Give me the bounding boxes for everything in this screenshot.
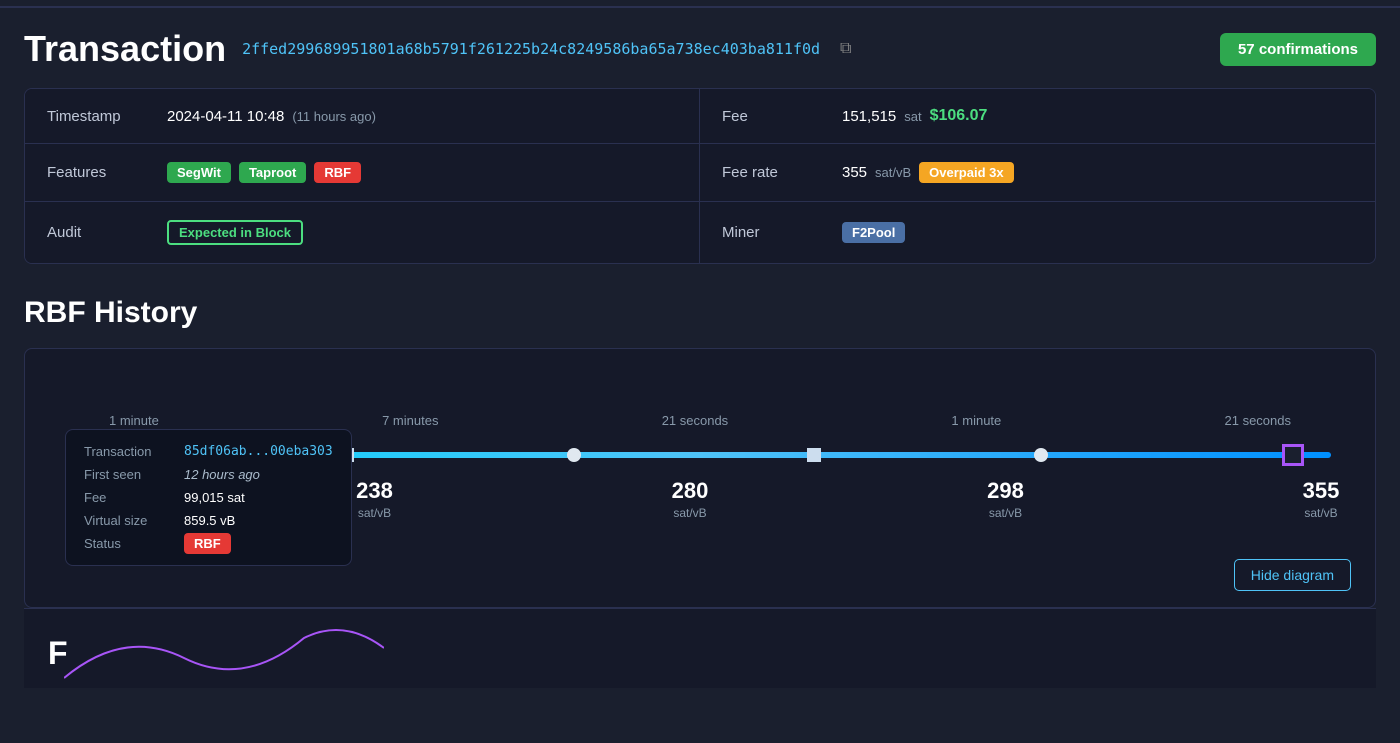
audit-row: Audit Expected in Block [25,202,700,263]
fee-rate-unit: sat/vB [875,165,911,180]
tooltip-vsize-row: Virtual size 859.5 vB [84,513,333,528]
fee-rate-value: 355 sat/vB Overpaid 3x [842,162,1014,183]
fee-sat-amount: 151,515 [842,108,896,125]
timeline-node-4-shape [1034,448,1048,462]
tooltip-vsize-num: 859.5 [184,513,217,528]
tx-title-group: Transaction 2ffed299689951801a68b5791f26… [24,28,851,70]
features-row: Features SegWit Taproot RBF [25,144,700,202]
tooltip-firstseen-value: 12 hours ago [184,467,260,482]
rbf-chart-container: 1 minute 7 minutes 21 seconds 1 minute 2… [24,348,1376,608]
interval-label-0: 1 minute [109,413,159,428]
timeline-node-3-shape [807,448,821,462]
badge-rbf: RBF [314,162,361,183]
tooltip-vsize-value: 859.5 vB [184,513,235,528]
tval-1-unit: sat/vB [345,506,405,520]
fee-value: 151,515 sat $106.07 [842,107,987,125]
bottom-curve-area: F [24,608,1376,688]
tooltip-status-label: Status [84,536,174,551]
info-grid: Timestamp 2024-04-11 10:48 (11 hours ago… [24,88,1376,264]
miner-label: Miner [722,224,842,241]
tooltip-status-row: Status RBF [84,536,333,551]
tval-4-unit: sat/vB [1291,506,1351,520]
fee-usd: $106.07 [930,107,988,125]
badge-f2pool: F2Pool [842,222,905,243]
interval-label-3: 1 minute [951,413,1001,428]
expected-in-block-badge: Expected in Block [167,220,303,245]
tval-1: 238 sat/vB [345,478,405,520]
tooltip-fee-row: Fee 99,015 sat [84,490,333,505]
hide-diagram-button[interactable]: Hide diagram [1234,559,1351,591]
tooltip-vsize-label: Virtual size [84,513,174,528]
tooltip-fee-value: 99,015 sat [184,490,245,505]
tooltip-status-value: RBF [184,536,231,551]
badge-segwit: SegWit [167,162,231,183]
interval-label-4: 21 seconds [1225,413,1292,428]
fee-row: Fee 151,515 sat $106.07 [700,89,1375,144]
audit-value: Expected in Block [167,220,303,245]
tval-3-unit: sat/vB [976,506,1036,520]
tooltip-tx-value[interactable]: 85df06ab...00eba303 [184,444,333,459]
timestamp-row: Timestamp 2024-04-11 10:48 (11 hours ago… [25,89,700,144]
tooltip-popup: Transaction 85df06ab...00eba303 First se… [65,429,352,566]
audit-label: Audit [47,224,167,241]
timestamp-label: Timestamp [47,108,167,125]
tooltip-tx-row: Transaction 85df06ab...00eba303 [84,444,333,459]
tooltip-fee-unit: sat [227,490,244,505]
fee-rate-label: Fee rate [722,164,842,181]
rbf-title: RBF History [24,296,1376,330]
tooltip-fee-label: Fee [84,490,174,505]
tval-2-num: 280 [660,478,720,504]
tooltip-fee-num: 99,015 [184,490,224,505]
tooltip-tx-label: Transaction [84,444,174,459]
badge-taproot: Taproot [239,162,306,183]
timeline-node-2 [567,448,581,462]
copy-icon[interactable]: ⧉ [840,40,851,58]
timestamp-text: 2024-04-11 10:48 [167,108,284,125]
fee-label: Fee [722,108,842,125]
interval-label-1: 7 minutes [382,413,438,428]
timeline-node-active[interactable] [1282,444,1304,466]
tval-1-num: 238 [345,478,405,504]
timeline-node-2-shape [567,448,581,462]
transaction-header: Transaction 2ffed299689951801a68b5791f26… [24,28,1376,70]
fee-rate-number: 355 [842,164,867,181]
tval-3-num: 298 [976,478,1036,504]
fee-rate-row: Fee rate 355 sat/vB Overpaid 3x [700,144,1375,202]
features-label: Features [47,164,167,181]
page-title: Transaction [24,28,226,70]
miner-row: Miner F2Pool [700,202,1375,263]
interval-label-2: 21 seconds [662,413,729,428]
curve-chart [64,608,384,688]
timeline-node-4 [1034,448,1048,462]
tooltip-firstseen-label: First seen [84,467,174,482]
top-bar [0,0,1400,8]
tval-4-num: 355 [1291,478,1351,504]
timeline-node-3 [807,448,821,462]
timeline-labels: 1 minute 7 minutes 21 seconds 1 minute 2… [49,413,1351,428]
tooltip-status-badge: RBF [184,533,231,554]
timeline-node-active-shape [1282,444,1304,466]
tval-2-unit: sat/vB [660,506,720,520]
tval-3: 298 sat/vB [976,478,1036,520]
timestamp-ago: (11 hours ago) [292,109,376,124]
rbf-section: RBF History 1 minute 7 minutes 21 second… [24,296,1376,688]
timestamp-value: 2024-04-11 10:48 (11 hours ago) [167,108,376,125]
miner-value: F2Pool [842,222,905,243]
main-container: Transaction 2ffed299689951801a68b5791f26… [0,8,1400,708]
tooltip-firstseen-row: First seen 12 hours ago [84,467,333,482]
tooltip-vsize-unit: vB [220,513,235,528]
tval-4: 355 sat/vB [1291,478,1351,520]
fee-sat-unit: sat [904,109,921,124]
tval-2: 280 sat/vB [660,478,720,520]
badge-overpaid: Overpaid 3x [919,162,1013,183]
tx-hash-link[interactable]: 2ffed299689951801a68b5791f261225b24c8249… [242,40,820,58]
features-value: SegWit Taproot RBF [167,162,361,183]
confirmations-badge: 57 confirmations [1220,33,1376,66]
